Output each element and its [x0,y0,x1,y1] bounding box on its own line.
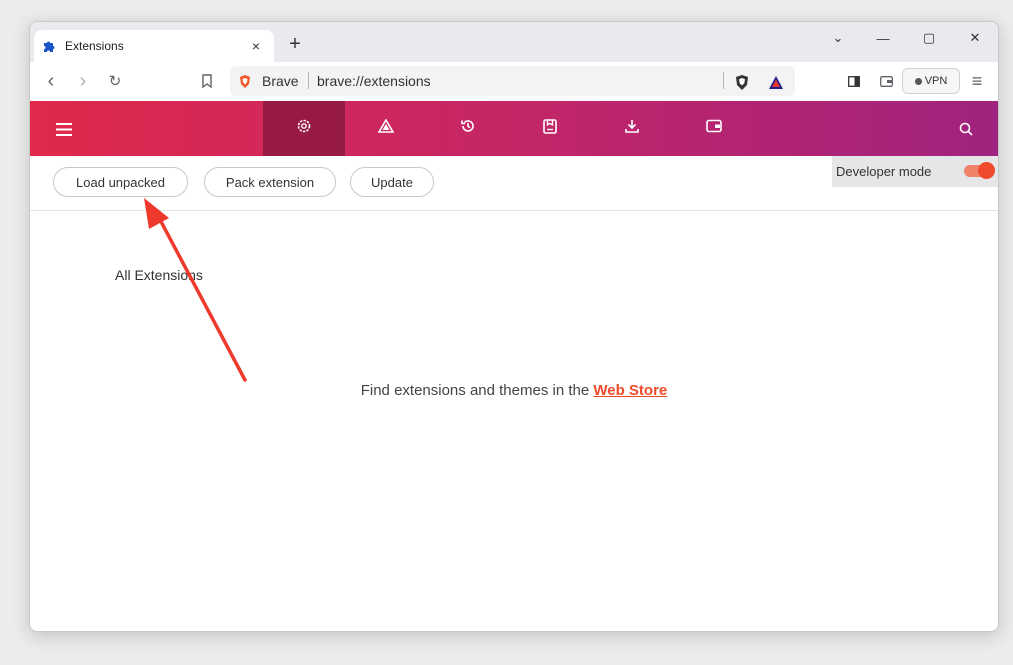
address-bar[interactable]: Brave brave://extensions [230,66,795,96]
browser-toolbar: ‹ › ↻ Brave brave://extensions VPN ≡ [30,62,998,102]
url-text[interactable]: brave://extensions [317,73,431,89]
nav-rewards[interactable] [345,101,427,156]
history-icon [460,118,476,139]
close-window-button[interactable]: ✕ [960,26,990,50]
puzzle-piece-icon [42,39,56,53]
brave-shields-icon[interactable] [732,72,752,92]
url-divider [723,72,724,89]
nav-history[interactable] [427,101,509,156]
wallet-icon[interactable] [875,70,897,92]
search-icon[interactable] [956,119,976,139]
developer-toolbar: Load unpacked Pack extension Update Deve… [30,156,998,211]
web-store-message: Find extensions and themes in the Web St… [30,382,998,399]
url-divider [308,72,309,89]
developer-mode-label: Developer mode [836,164,932,179]
developer-mode-control: Developer mode [832,156,998,187]
web-store-link[interactable]: Web Store [593,382,667,399]
load-unpacked-button[interactable]: Load unpacked [53,167,188,197]
wallet-icon [706,119,722,138]
nav-settings[interactable] [263,101,345,156]
section-heading: All Extensions [115,267,203,283]
download-icon [624,118,640,139]
bookmark-icon[interactable] [196,70,218,92]
sidebar-icon[interactable] [843,70,865,92]
new-tab-button[interactable]: + [284,33,306,55]
tab-search-dropdown-icon[interactable]: ⌄ [823,26,853,50]
vpn-button[interactable]: VPN [902,68,960,94]
url-brand-label: Brave [262,73,299,89]
browser-window: Extensions × + ⌄ — ▢ ✕ ‹ › ↻ Brave brave… [29,21,999,632]
vpn-label: VPN [924,75,948,87]
developer-mode-toggle[interactable] [964,162,995,179]
web-store-prefix: Find extensions and themes in the [360,382,594,399]
reload-button[interactable]: ↻ [104,70,126,92]
back-button[interactable]: ‹ [40,70,62,92]
gear-icon [296,118,312,139]
tab-extensions[interactable]: Extensions × [34,30,274,62]
bookmarks-icon [543,118,557,139]
vpn-status-icon [914,77,922,85]
brave-settings-header [30,101,998,156]
pack-extension-button[interactable]: Pack extension [204,167,336,197]
maximize-button[interactable]: ▢ [914,26,944,50]
nav-wallet[interactable] [673,101,755,156]
hamburger-menu-icon[interactable] [54,119,74,139]
brave-logo-icon [238,74,252,94]
minimize-button[interactable]: — [868,26,898,50]
toggle-knob [978,162,995,179]
rewards-triangle-icon [377,118,395,138]
brave-rewards-icon[interactable] [766,72,786,92]
nav-downloads[interactable] [591,101,673,156]
main-menu-button[interactable]: ≡ [966,70,988,92]
nav-bookmarks[interactable] [509,101,591,156]
arrow-shaft [155,212,247,382]
forward-button[interactable]: › [72,70,94,92]
tab-close-button[interactable]: × [246,36,266,56]
tab-title: Extensions [65,39,124,53]
tab-strip: Extensions × + ⌄ — ▢ ✕ [30,22,998,62]
update-button[interactable]: Update [350,167,434,197]
